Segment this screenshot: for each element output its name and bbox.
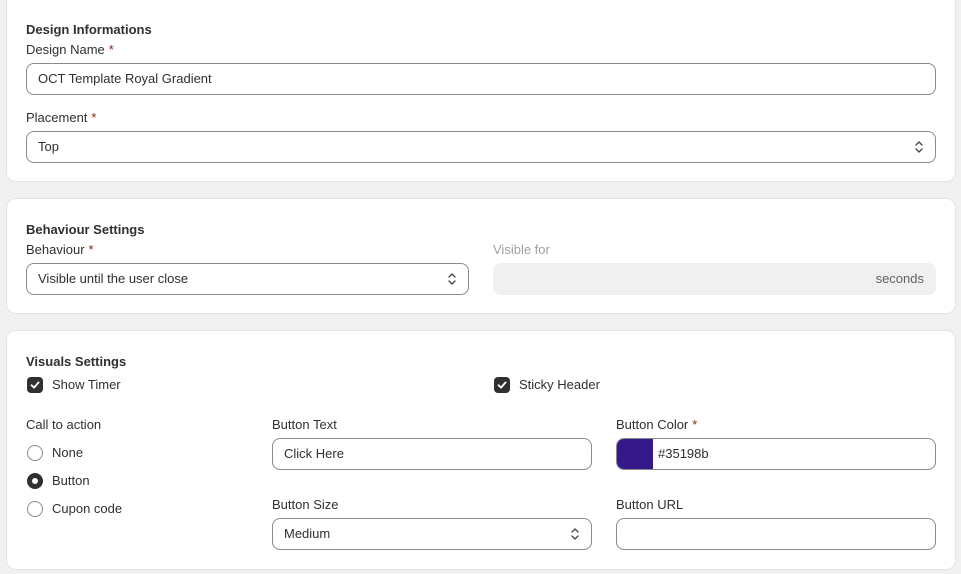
select-chevron-icon (448, 273, 456, 285)
button-color-label: Button Color * (616, 417, 698, 432)
button-url-label: Button URL (616, 497, 684, 512)
required-mark: * (692, 417, 698, 432)
placement-value: Top (38, 139, 59, 154)
button-text-input[interactable]: Click Here (272, 438, 592, 470)
button-color-input[interactable]: #35198b (616, 438, 936, 470)
button-color-value: #35198b (658, 446, 709, 461)
visible-for-label: Visible for (493, 242, 550, 257)
select-chevron-icon (571, 528, 579, 540)
call-to-action-label: Call to action (26, 417, 102, 432)
button-size-select[interactable]: Medium (272, 518, 592, 550)
button-size-value: Medium (284, 526, 331, 541)
visuals-settings-card: Visuals Settings Show Timer Sticky Heade… (6, 330, 956, 570)
show-timer-checkbox[interactable] (27, 377, 43, 393)
show-timer-label[interactable]: Show Timer (52, 377, 121, 392)
visuals-section-title: Visuals Settings (26, 354, 127, 369)
sticky-header-checkbox[interactable] (494, 377, 510, 393)
placement-select[interactable]: Top (26, 131, 936, 163)
design-section-title: Design Informations (26, 22, 152, 37)
required-mark: * (88, 242, 94, 257)
cta-radio-none[interactable] (27, 445, 43, 461)
check-icon (30, 381, 40, 389)
required-mark: * (108, 42, 114, 57)
color-swatch[interactable] (617, 439, 653, 469)
design-name-input[interactable]: OCT Template Royal Gradient (26, 63, 936, 95)
design-name-label: Design Name * (26, 42, 114, 57)
button-size-label: Button Size (272, 497, 339, 512)
behaviour-section-title: Behaviour Settings (26, 222, 145, 237)
check-icon (497, 381, 507, 389)
design-informations-card: Design Informations Design Name * OCT Tem… (6, 0, 956, 182)
cta-radio-cupon-code[interactable] (27, 501, 43, 517)
seconds-suffix: seconds (875, 271, 924, 286)
cta-option-none[interactable]: None (52, 445, 83, 460)
cta-option-cupon-code[interactable]: Cupon code (52, 501, 122, 516)
behaviour-label: Behaviour * (26, 242, 94, 257)
placement-label: Placement * (26, 110, 97, 125)
required-mark: * (91, 110, 97, 125)
behaviour-value: Visible until the user close (38, 271, 189, 286)
behaviour-settings-card: Behaviour Settings Behaviour * Visible un… (6, 198, 956, 314)
button-text-label: Button Text (272, 417, 337, 432)
cta-radio-button[interactable] (27, 473, 43, 489)
sticky-header-label[interactable]: Sticky Header (519, 377, 600, 392)
button-url-input[interactable] (616, 518, 936, 550)
visible-for-input: seconds (493, 263, 936, 295)
select-chevron-icon (915, 141, 923, 153)
behaviour-select[interactable]: Visible until the user close (26, 263, 469, 295)
cta-option-button[interactable]: Button (52, 473, 90, 488)
